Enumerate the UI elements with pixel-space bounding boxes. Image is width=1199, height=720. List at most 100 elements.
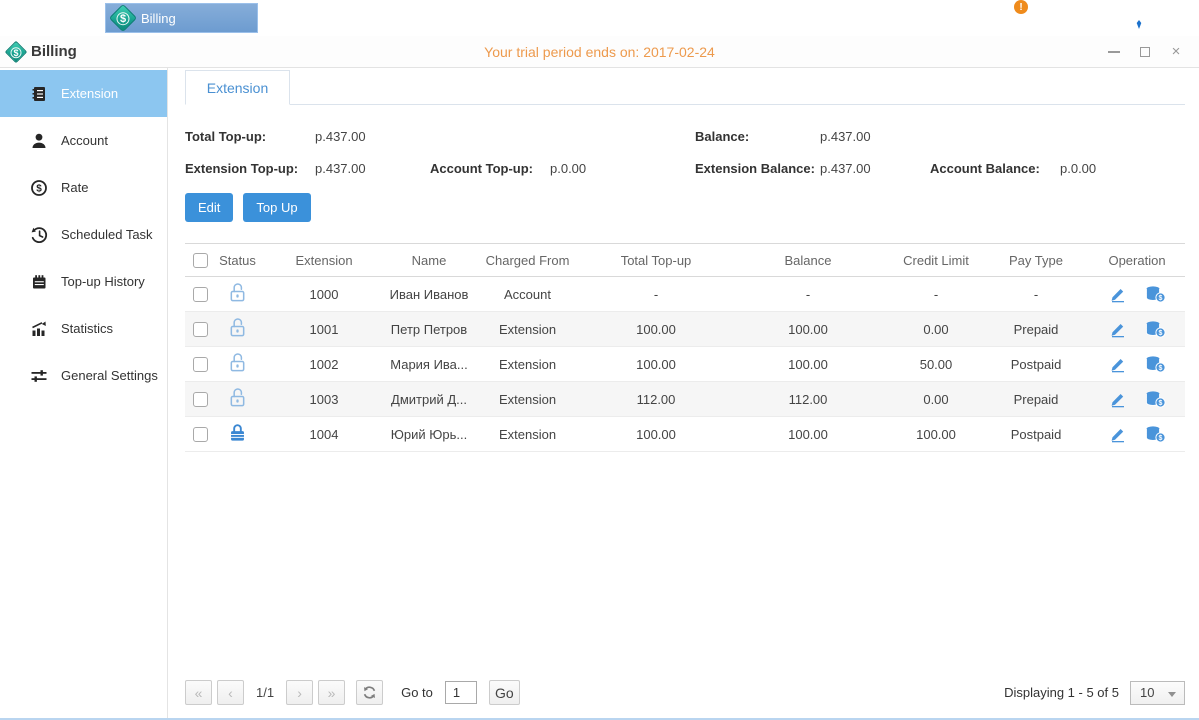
goto-page-input[interactable] [445,681,477,704]
maximize-button[interactable] [1138,45,1152,59]
cell-credit-limit: 0.00 [889,382,983,417]
cell-balance: - [727,277,889,312]
edit-icon[interactable] [1109,285,1127,303]
sidebar-item-account[interactable]: Account [0,117,167,164]
sidebar: Extension Account $ Rate [0,68,168,718]
sidebar-item-label: Rate [61,180,88,195]
tab-extension[interactable]: Extension [185,70,290,105]
edit-icon[interactable] [1109,355,1127,373]
edit-icon[interactable] [1109,390,1127,408]
table-row: 1002 Мария Ива... Extension 100.00 100.0… [185,347,1185,382]
last-page-button[interactable]: » [318,680,345,705]
summary-label: Account Balance: [930,161,1060,176]
row-checkbox[interactable] [193,427,208,442]
topup-icon[interactable]: $ [1145,320,1166,338]
billing-diamond-icon: $ [5,40,28,63]
tab-strip: Extension [185,70,1185,105]
table-row: 1000 Иван Иванов Account - - - - [185,277,1185,312]
cell-credit-limit: 100.00 [889,417,983,452]
sidebar-item-general-settings[interactable]: General Settings [0,352,167,399]
billing-summary: Total Top-up: p.437.00 Balance: p.437.00… [185,129,1185,176]
cell-total-topup: 100.00 [585,347,727,382]
topup-icon[interactable]: $ [1145,355,1166,373]
table-row: 1001 Петр Петров Extension 100.00 100.00… [185,312,1185,347]
sidebar-item-extension[interactable]: Extension [0,70,167,117]
topup-icon[interactable]: $ [1145,285,1166,303]
first-page-button[interactable]: « [185,680,212,705]
sidebar-item-rate[interactable]: $ Rate [0,164,167,211]
sidebar-item-label: Top-up History [61,274,145,289]
svg-text:$: $ [1158,435,1162,442]
sidebar-item-label: Statistics [61,321,113,336]
summary-label: Account Top-up: [430,161,550,176]
person-icon [30,132,48,150]
cell-balance: 112.00 [727,382,889,417]
cell-name: Юрий Юрь... [388,417,470,452]
page-size-select[interactable]: 10 [1130,681,1185,705]
cell-name: Петр Петров [388,312,470,347]
prev-page-button[interactable]: ‹ [217,680,244,705]
refresh-button[interactable] [356,680,383,705]
row-checkbox[interactable] [193,357,208,372]
row-checkbox[interactable] [193,322,208,337]
summary-label: Balance: [695,129,820,144]
billing-diamond-icon: $ [109,4,137,32]
column-header-name: Name [388,244,470,277]
edit-icon[interactable] [1109,425,1127,443]
row-checkbox[interactable] [193,287,208,302]
topup-icon[interactable]: $ [1145,425,1166,443]
edit-icon[interactable] [1109,320,1127,338]
cell-pay-type: Prepaid [983,312,1089,347]
select-all-checkbox[interactable] [193,253,208,268]
cell-balance: 100.00 [727,347,889,382]
lock-open-icon [228,352,247,373]
edit-button[interactable]: Edit [185,193,233,222]
sidebar-item-scheduled-task[interactable]: Scheduled Task [0,211,167,258]
cell-extension: 1001 [260,312,388,347]
row-checkbox[interactable] [193,392,208,407]
topbar-actions: ! [993,5,1153,31]
column-header-extension: Extension [260,244,388,277]
summary-label: Extension Top-up: [185,161,315,176]
topup-button[interactable]: Top Up [243,193,310,222]
summary-value: p.437.00 [315,129,430,144]
minimize-button[interactable] [1107,45,1121,59]
cell-charged-from: Extension [470,382,585,417]
clock-history-icon [30,226,48,244]
close-button[interactable]: × [1169,45,1183,59]
cell-total-topup: 100.00 [585,312,727,347]
dollar-circle-icon: $ [30,179,48,197]
table-row: 1003 Дмитрий Д... Extension 112.00 112.0… [185,382,1185,417]
table-header-row: Status Extension Name Charged From Total… [185,244,1185,277]
chevron-down-icon [1168,692,1176,697]
billing-window: $ Billing ! [0,0,1199,720]
go-button[interactable]: Go [489,680,520,705]
window-title-group: $ Billing [8,43,77,60]
topup-icon[interactable]: $ [1145,390,1166,408]
cell-extension: 1003 [260,382,388,417]
main-content: Extension Total Top-up: p.437.00 Balance… [168,68,1199,718]
taskbar-tab-label: Billing [141,11,176,26]
taskbar-tab-billing[interactable]: $ Billing [105,3,258,33]
sidebar-item-statistics[interactable]: Statistics [0,305,167,352]
cell-total-topup: 112.00 [585,382,727,417]
pagination-bar: « ‹ 1/1 › » Go to Go [185,671,1185,718]
cell-extension: 1004 [260,417,388,452]
notebook-icon [30,273,48,291]
cell-total-topup: - [585,277,727,312]
summary-value: p.0.00 [1060,161,1185,176]
cell-pay-type: Postpaid [983,347,1089,382]
sliders-icon [30,367,48,385]
statistics-chart-icon[interactable] [1057,6,1089,30]
app-launcher-icon[interactable] [35,4,64,33]
user-account-icon[interactable] [1125,5,1153,31]
column-header-status: Status [215,244,260,277]
displaying-text: Displaying 1 - 5 of 5 [1004,685,1119,700]
lock-open-icon [228,282,247,303]
table-row: 1004 Юрий Юрь... Extension 100.00 100.00… [185,417,1185,452]
messages-icon[interactable]: ! [993,6,1021,30]
next-page-button[interactable]: › [286,680,313,705]
sidebar-item-topup-history[interactable]: Top-up History [0,258,167,305]
cell-charged-from: Extension [470,417,585,452]
cell-credit-limit: 0.00 [889,312,983,347]
